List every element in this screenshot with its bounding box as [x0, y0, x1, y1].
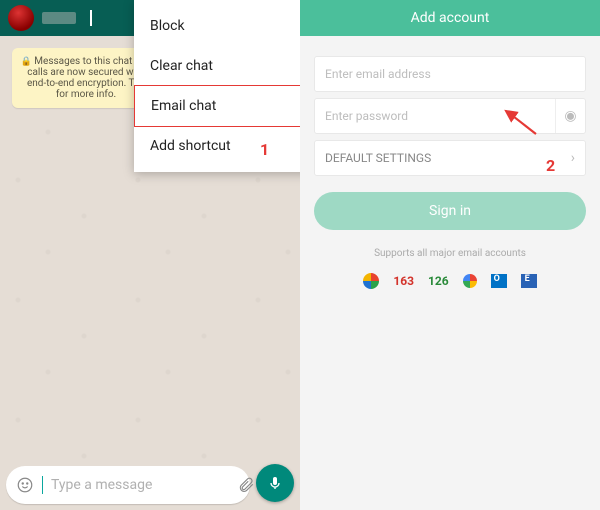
password-field[interactable] [325, 109, 555, 123]
email-field[interactable] [325, 67, 575, 81]
email-field-wrap [314, 56, 586, 92]
annotation-2: 2 [546, 156, 555, 175]
account-form: ◉ DEFAULT SETTINGS › [300, 36, 600, 176]
add-account-screen: Add account ◉ DEFAULT SETTINGS › Sign in… [300, 0, 600, 510]
default-settings-label: DEFAULT SETTINGS [325, 151, 431, 165]
contact-name-redacted [42, 12, 76, 24]
voice-message-button[interactable] [256, 464, 294, 502]
menu-email-chat[interactable]: Email chat [134, 85, 324, 127]
provider-row: 163 126 [300, 273, 600, 289]
provider-126[interactable]: 126 [428, 274, 449, 288]
lock-icon: 🔒 [21, 57, 32, 67]
attachment-icon[interactable] [237, 476, 255, 494]
password-field-wrap: ◉ [314, 98, 586, 134]
provider-163[interactable]: 163 [393, 274, 414, 288]
provider-outlook-icon[interactable] [491, 274, 507, 288]
menu-add-shortcut[interactable]: Add shortcut [134, 126, 324, 166]
menu-clear-chat[interactable]: Clear chat [134, 46, 324, 86]
provider-icon-1[interactable] [363, 273, 379, 289]
annotation-1: 1 [260, 140, 269, 159]
provider-google-icon[interactable] [463, 274, 477, 288]
cursor-indicator [90, 10, 92, 26]
emoji-icon[interactable] [16, 476, 34, 494]
chevron-right-icon: › [571, 150, 575, 166]
whatsapp-chat-screen: 🔒 Messages to this chat and calls are no… [0, 0, 300, 510]
show-password-icon[interactable]: ◉ [555, 99, 585, 133]
add-account-header: Add account [300, 0, 600, 36]
chat-options-menu: Block Clear chat Email chat Add shortcut [134, 0, 324, 172]
text-cursor [42, 476, 43, 494]
supports-text: Supports all major email accounts [300, 248, 600, 259]
encryption-text: Messages to this chat and calls are now … [27, 56, 151, 100]
menu-block[interactable]: Block [134, 6, 324, 46]
sign-in-button[interactable]: Sign in [314, 192, 586, 230]
contact-avatar[interactable] [8, 5, 34, 31]
message-input[interactable] [51, 477, 229, 493]
provider-exchange-icon[interactable] [521, 274, 537, 288]
message-input-bar [6, 466, 250, 504]
